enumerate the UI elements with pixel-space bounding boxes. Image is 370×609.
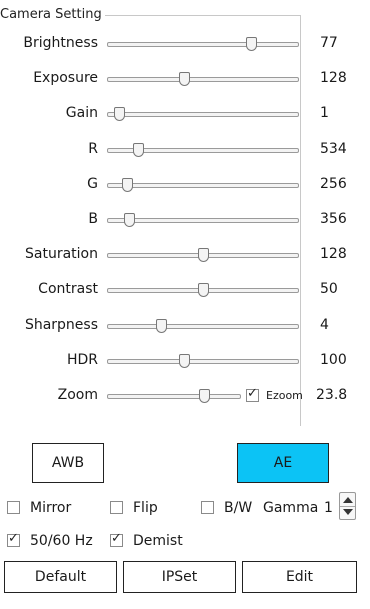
mirror-label: Mirror	[30, 500, 72, 516]
hdr-slider-thumb[interactable]	[179, 354, 190, 368]
contrast-slider-thumb[interactable]	[198, 283, 209, 297]
saturation-value: 128	[320, 246, 347, 262]
flip-option[interactable]: Flip	[110, 500, 170, 518]
hdr-slider[interactable]	[107, 354, 299, 368]
mirror-checkbox[interactable]	[7, 501, 20, 514]
hdr-label: HDR	[66, 352, 98, 368]
awb-button[interactable]: AWB	[32, 443, 104, 483]
exposure-label: Exposure	[33, 70, 98, 86]
hdr-value: 100	[320, 352, 347, 368]
spin-down-icon[interactable]	[343, 509, 353, 515]
g-slider-thumb[interactable]	[122, 178, 133, 192]
gamma-spinner[interactable]	[339, 492, 356, 520]
g-value: 256	[320, 176, 347, 192]
exposure-slider[interactable]	[107, 72, 299, 86]
hz-label: 50/60 Hz	[30, 533, 93, 549]
brightness-label: Brightness	[23, 35, 98, 51]
contrast-row: Contrast 50	[0, 278, 370, 302]
demist-option[interactable]: Demist	[110, 531, 200, 551]
edit-button[interactable]: Edit	[242, 561, 357, 593]
r-row: R 534	[0, 138, 370, 162]
sharpness-slider-thumb[interactable]	[156, 319, 168, 333]
saturation-row: Saturation 128	[0, 243, 370, 267]
b-label: B	[88, 211, 98, 227]
brightness-slider-thumb[interactable]	[245, 37, 257, 51]
ipset-button[interactable]: IPSet	[123, 561, 236, 593]
r-label: R	[88, 141, 98, 157]
r-slider-thumb[interactable]	[133, 143, 145, 157]
ezoom-label: Ezoom	[266, 389, 303, 402]
r-slider[interactable]	[107, 143, 299, 157]
ezoom-checkbox[interactable]	[246, 386, 259, 402]
exposure-slider-thumb[interactable]	[179, 72, 190, 86]
default-button[interactable]: Default	[4, 561, 117, 593]
bw-checkbox[interactable]	[201, 501, 214, 514]
demist-checkbox[interactable]	[110, 531, 123, 547]
contrast-slider[interactable]	[107, 283, 299, 297]
gain-slider[interactable]	[107, 107, 299, 121]
sharpness-label: Sharpness	[24, 317, 98, 333]
g-slider[interactable]	[107, 178, 299, 192]
hz-checkbox[interactable]	[7, 531, 20, 547]
sharpness-value: 4	[320, 317, 329, 333]
zoom-slider-thumb[interactable]	[199, 389, 211, 403]
gain-slider-thumb[interactable]	[114, 107, 126, 121]
sharpness-row: Sharpness 4	[0, 314, 370, 338]
g-label: G	[87, 176, 98, 192]
ae-button[interactable]: AE	[237, 443, 329, 483]
hdr-row: HDR 100	[0, 349, 370, 373]
brightness-slider[interactable]	[107, 37, 299, 51]
b-value: 356	[320, 211, 347, 227]
zoom-row: Zoom Ezoom 23.8	[0, 384, 370, 408]
demist-label: Demist	[133, 533, 183, 549]
spin-divider	[340, 506, 355, 507]
flip-checkbox[interactable]	[110, 501, 123, 514]
zoom-label: Zoom	[57, 387, 98, 403]
b-row: B 356	[0, 208, 370, 232]
zoom-slider[interactable]	[107, 389, 241, 403]
sharpness-slider[interactable]	[107, 319, 299, 333]
gain-label: Gain	[65, 105, 98, 121]
exposure-row: Exposure 128	[0, 67, 370, 91]
gain-row: Gain 1	[0, 102, 370, 126]
saturation-slider-thumb[interactable]	[198, 248, 209, 262]
exposure-value: 128	[320, 70, 347, 86]
g-row: G 256	[0, 173, 370, 197]
zoom-value: 23.8	[316, 387, 348, 403]
hz-option[interactable]: 50/60 Hz	[7, 531, 107, 551]
b-slider[interactable]	[107, 213, 299, 227]
brightness-row: Brightness 77	[0, 32, 370, 56]
flip-label: Flip	[133, 500, 158, 516]
saturation-slider[interactable]	[107, 248, 299, 262]
saturation-label: Saturation	[25, 246, 98, 262]
r-value: 534	[320, 141, 347, 157]
brightness-value: 77	[320, 35, 338, 51]
group-title: Camera Setting	[0, 7, 105, 22]
contrast-value: 50	[320, 281, 338, 297]
bw-option[interactable]: B/W	[201, 500, 261, 518]
gamma-label: Gamma	[263, 500, 319, 516]
b-slider-thumb[interactable]	[123, 213, 135, 227]
contrast-label: Contrast	[38, 281, 98, 297]
bw-label: B/W	[224, 500, 253, 516]
spin-up-icon[interactable]	[343, 497, 353, 503]
gamma-value: 1	[324, 500, 333, 516]
gain-value: 1	[320, 105, 329, 121]
mirror-option[interactable]: Mirror	[7, 500, 97, 518]
